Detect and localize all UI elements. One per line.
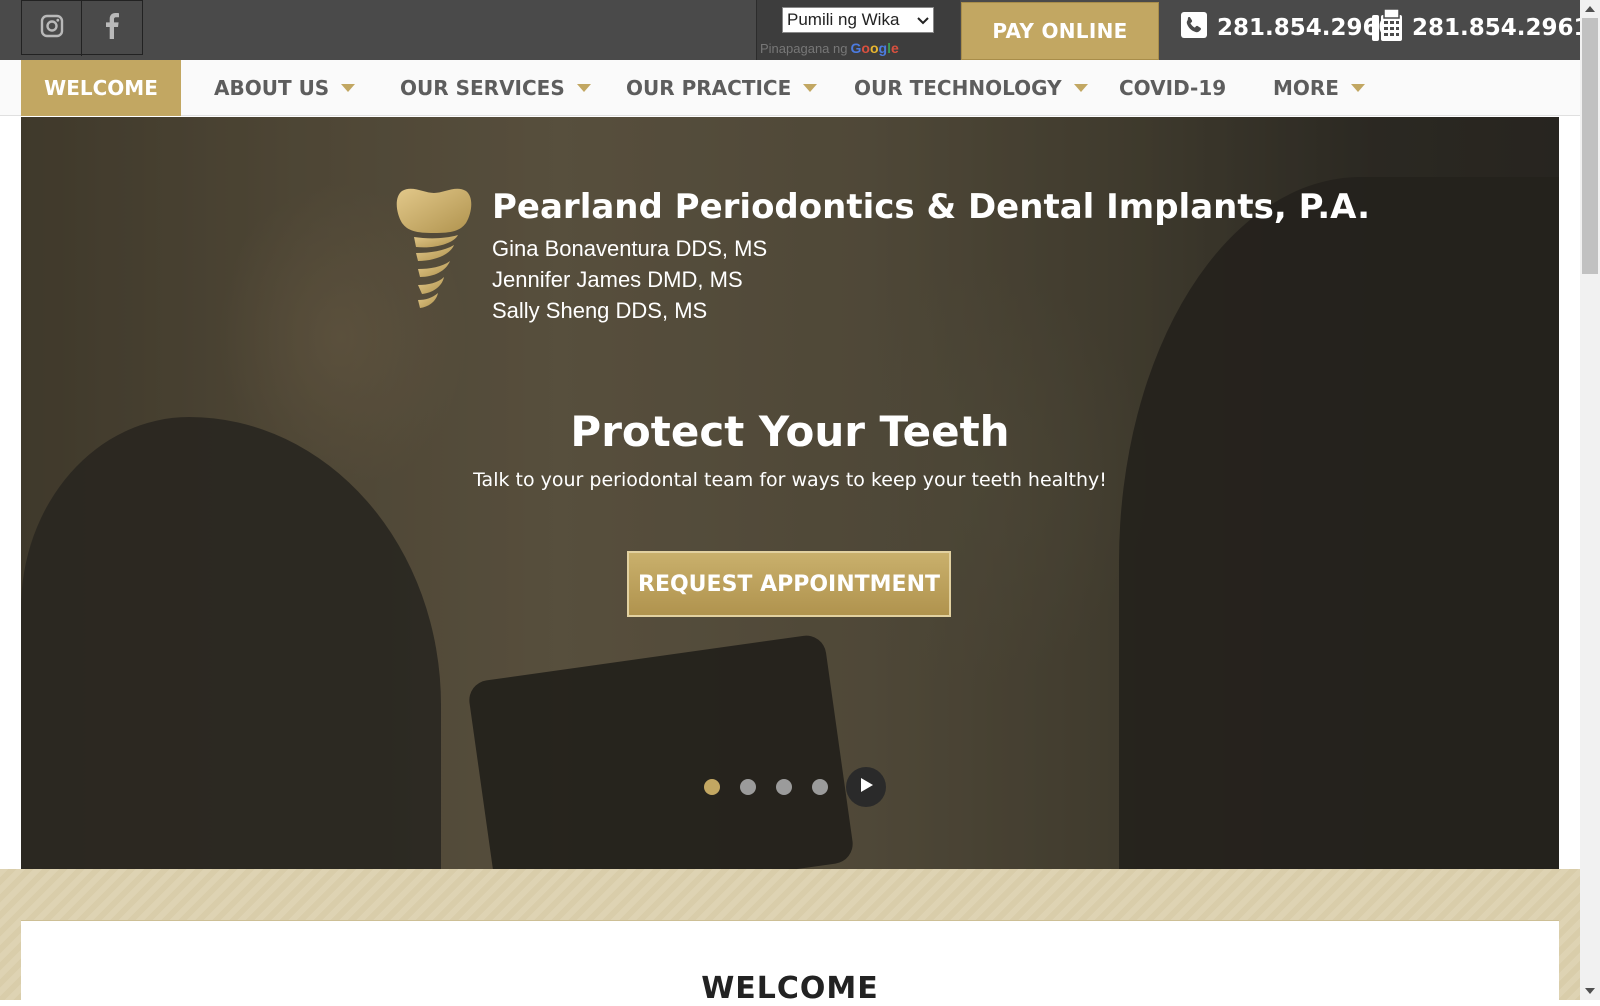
caret-down-icon	[803, 84, 818, 92]
caret-down-icon	[341, 84, 356, 92]
google-logo[interactable]: Google	[850, 40, 898, 56]
instagram-icon	[40, 14, 64, 43]
nav-label: MORE	[1273, 76, 1339, 100]
welcome-section: WELCOME	[21, 920, 1559, 1006]
nav-label: OUR PRACTICE	[626, 76, 792, 100]
tooth-logo-icon	[396, 187, 472, 326]
doctor-name: Sally Sheng DDS, MS	[492, 298, 708, 323]
practice-brand[interactable]: Pearland Periodontics & Dental Implants,…	[396, 187, 1370, 326]
language-select-value: Pumili ng Wika	[787, 10, 900, 29]
practice-name: Pearland Periodontics & Dental Implants,…	[492, 187, 1371, 227]
nav-label: COVID-19	[1119, 76, 1227, 100]
scroll-up-arrow-icon[interactable]	[1585, 6, 1595, 12]
nav-more[interactable]: MORE	[1273, 60, 1365, 116]
slider-pagination	[704, 767, 886, 807]
nav-our-practice[interactable]: OUR PRACTICE	[626, 60, 818, 116]
slide-dot[interactable]	[812, 779, 828, 795]
brand-text: Pearland Periodontics & Dental Implants,…	[492, 187, 1370, 326]
caret-down-icon	[576, 84, 591, 92]
chevron-down-icon	[917, 10, 929, 30]
scrollbar-thumb[interactable]	[1582, 18, 1598, 274]
request-appointment-button[interactable]: REQUEST APPOINTMENT	[627, 551, 951, 617]
play-icon	[858, 777, 874, 798]
nav-about-us[interactable]: ABOUT US	[214, 60, 356, 116]
nav-covid-19[interactable]: COVID-19	[1119, 60, 1226, 116]
powered-by: Pinapagana ng Google	[760, 40, 899, 56]
google-translate-widget: Pumili ng Wika Pinapagana ng Google	[756, 0, 960, 60]
fax-icon	[1372, 8, 1402, 47]
doctor-name: Gina Bonaventura DDS, MS	[492, 236, 768, 261]
hero-subheading: Talk to your periodontal team for ways t…	[473, 469, 1107, 491]
nav-label: WELCOME	[44, 76, 158, 100]
phone-link[interactable]: 281.854.2960	[1181, 10, 1395, 46]
doctor-name: Jennifer James DMD, MS	[492, 267, 743, 292]
pay-online-button[interactable]: PAY ONLINE	[961, 2, 1159, 60]
scroll-down-arrow-icon[interactable]	[1585, 988, 1595, 994]
social-links	[21, 0, 143, 56]
phone-icon	[1181, 12, 1207, 44]
caret-down-icon	[1073, 84, 1088, 92]
powered-by-text: Pinapagana ng	[760, 40, 848, 56]
slider-play-button[interactable]	[846, 767, 886, 807]
nav-our-services[interactable]: OUR SERVICES	[400, 60, 591, 116]
slide-dot[interactable]	[740, 779, 756, 795]
hero-heading: Protect Your Teeth	[570, 407, 1010, 456]
fax-link[interactable]: 281.854.2961	[1372, 8, 1590, 47]
slide-dot[interactable]	[704, 779, 720, 795]
main-nav: WELCOME ABOUT US OUR SERVICES OUR PRACTI…	[0, 60, 1580, 116]
phone-number: 281.854.2960	[1217, 15, 1395, 41]
welcome-title: WELCOME	[701, 971, 879, 1006]
instagram-link[interactable]	[22, 1, 82, 56]
fax-number: 281.854.2961	[1412, 15, 1590, 41]
caret-down-icon	[1350, 84, 1365, 92]
nav-our-technology[interactable]: OUR TECHNOLOGY	[854, 60, 1088, 116]
facebook-icon	[104, 13, 120, 44]
facebook-link[interactable]	[82, 1, 142, 56]
nav-label: OUR SERVICES	[400, 76, 565, 100]
hero-slider: Pearland Periodontics & Dental Implants,…	[21, 117, 1559, 869]
nav-welcome[interactable]: WELCOME	[21, 60, 181, 116]
top-bar: Pumili ng Wika Pinapagana ng Google PAY …	[0, 0, 1590, 60]
nav-label: OUR TECHNOLOGY	[854, 76, 1062, 100]
page-scrollbar[interactable]	[1580, 0, 1600, 1000]
language-select[interactable]: Pumili ng Wika	[782, 7, 934, 33]
slide-dot[interactable]	[776, 779, 792, 795]
nav-label: ABOUT US	[214, 76, 330, 100]
